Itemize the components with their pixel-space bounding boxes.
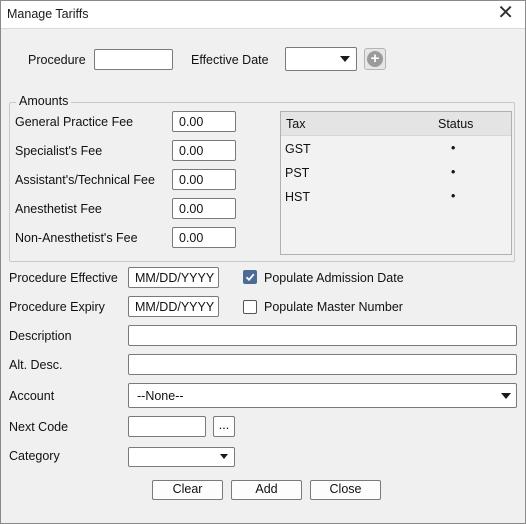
- clear-button[interactable]: Clear: [152, 480, 223, 500]
- account-label: Account: [9, 389, 55, 403]
- tax-table-header: Tax Status: [281, 112, 511, 136]
- general-practice-fee-input[interactable]: 0.00: [172, 111, 236, 132]
- tax-status: •: [451, 141, 456, 155]
- alt-desc-label: Alt. Desc.: [9, 358, 63, 372]
- populate-admission-date-label: Populate Admission Date: [264, 271, 404, 285]
- assistant-technical-fee-label: Assistant's/Technical Fee: [15, 173, 155, 187]
- status-column-header[interactable]: Status: [438, 117, 473, 131]
- description-input[interactable]: [128, 325, 517, 346]
- assistant-technical-fee-input[interactable]: 0.00: [172, 169, 236, 190]
- general-practice-fee-label: General Practice Fee: [15, 115, 134, 129]
- manage-tariffs-dialog: Manage Tariffs ✕ Procedure Effective Dat…: [0, 0, 526, 524]
- procedure-effective-input[interactable]: MM/DD/YYYY: [128, 267, 219, 288]
- table-row[interactable]: PST •: [281, 162, 511, 184]
- chevron-down-icon: [501, 393, 511, 399]
- anesthetist-fee-label: Anesthetist Fee: [15, 202, 102, 216]
- plus-circle-icon: +: [367, 51, 383, 67]
- populate-master-number-label: Populate Master Number: [264, 300, 403, 314]
- account-select[interactable]: --None--: [128, 383, 517, 408]
- next-code-input[interactable]: [128, 416, 206, 437]
- non-anesthetist-fee-input[interactable]: 0.00: [172, 227, 236, 248]
- window-title: Manage Tariffs: [7, 7, 89, 21]
- tax-name: HST: [285, 190, 310, 204]
- tax-status: •: [451, 189, 456, 203]
- add-button[interactable]: Add: [231, 480, 302, 500]
- anesthetist-fee-input[interactable]: 0.00: [172, 198, 236, 219]
- non-anesthetist-fee-label: Non-Anesthetist's Fee: [15, 231, 138, 245]
- alt-desc-input[interactable]: [128, 354, 517, 375]
- tax-name: PST: [285, 166, 310, 180]
- next-code-label: Next Code: [9, 420, 69, 434]
- specialist-fee-label: Specialist's Fee: [15, 144, 103, 158]
- effective-date-label: Effective Date: [191, 53, 269, 67]
- populate-master-number-checkbox[interactable]: [243, 300, 257, 314]
- title-bar: Manage Tariffs ✕: [1, 1, 525, 29]
- add-effective-date-button[interactable]: +: [364, 48, 386, 70]
- checkmark-icon: [245, 273, 255, 282]
- description-label: Description: [9, 329, 72, 343]
- account-selected-value: --None--: [137, 389, 184, 403]
- tax-name: GST: [285, 142, 311, 156]
- procedure-label: Procedure: [28, 53, 86, 67]
- procedure-input[interactable]: [94, 49, 173, 70]
- close-button[interactable]: Close: [310, 480, 381, 500]
- specialist-fee-input[interactable]: 0.00: [172, 140, 236, 161]
- tax-column-header[interactable]: Tax: [286, 117, 305, 131]
- amounts-legend: Amounts: [16, 94, 72, 108]
- category-label: Category: [9, 449, 60, 463]
- table-row[interactable]: GST •: [281, 138, 511, 160]
- populate-admission-date-checkbox[interactable]: [243, 270, 257, 284]
- table-row[interactable]: HST •: [281, 186, 511, 208]
- category-select[interactable]: [128, 447, 235, 467]
- chevron-down-icon: [220, 454, 228, 459]
- procedure-expiry-label: Procedure Expiry: [9, 300, 105, 314]
- procedure-expiry-input[interactable]: MM/DD/YYYY: [128, 296, 219, 317]
- effective-date-select[interactable]: [285, 47, 357, 71]
- next-code-browse-button[interactable]: ...: [213, 416, 235, 437]
- tax-table: Tax Status GST • PST • HST •: [280, 111, 512, 255]
- chevron-down-icon: [340, 56, 350, 62]
- procedure-effective-label: Procedure Effective: [9, 271, 118, 285]
- close-window-icon[interactable]: ✕: [497, 2, 514, 24]
- tax-status: •: [451, 165, 456, 179]
